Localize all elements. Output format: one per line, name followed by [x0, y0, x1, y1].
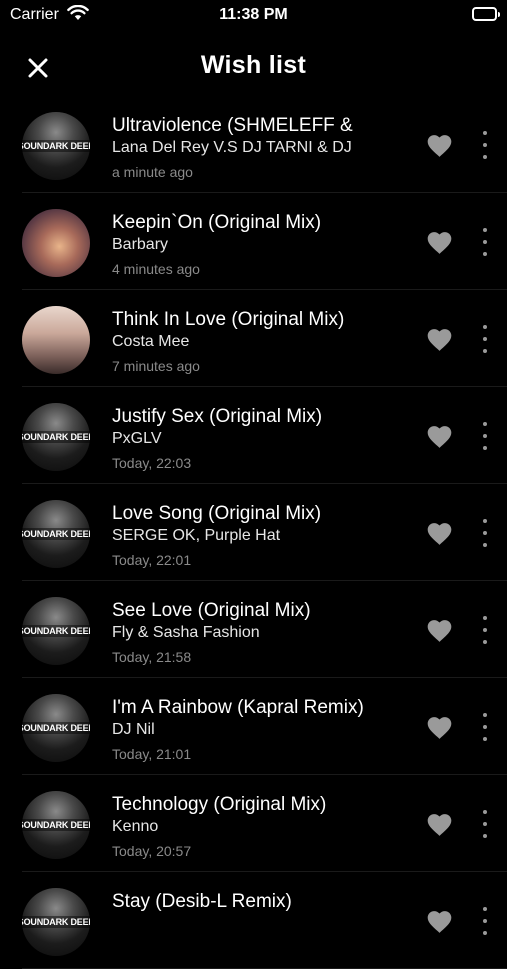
track-title: I'm A Rainbow (Kapral Remix) [112, 697, 364, 718]
track-list: SOUNDARK DEEP Ultraviolence (SHMELEFF & … [0, 96, 507, 969]
more-options-icon[interactable] [474, 420, 496, 452]
track-title: See Love (Original Mix) [112, 600, 311, 621]
track-artist: Kenno [112, 818, 159, 835]
status-bar: Carrier 11:38 PM [0, 0, 507, 32]
list-item[interactable]: SOUNDARK DEEP Justify Sex (Original Mix)… [0, 387, 507, 484]
album-art: SOUNDARK DEEP [22, 791, 90, 859]
more-options-icon[interactable] [474, 808, 496, 840]
art-label: SOUNDARK DEEP [22, 625, 90, 637]
track-title: Ultraviolence (SHMELEFF & [112, 115, 353, 136]
more-options-icon[interactable] [474, 129, 496, 161]
list-item[interactable]: SOUNDARK DEEP Stay (Desib-L Remix) [0, 872, 507, 969]
heart-icon[interactable] [425, 520, 454, 546]
art-label: SOUNDARK DEEP [22, 916, 90, 928]
track-artist: Barbary [112, 236, 169, 253]
track-title: Technology (Original Mix) [112, 794, 327, 815]
added-time: 4 minutes ago [112, 261, 200, 277]
heart-icon[interactable] [425, 326, 454, 352]
added-time: Today, 21:58 [112, 649, 192, 665]
list-item[interactable]: SOUNDARK DEEP Ultraviolence (SHMELEFF & … [0, 96, 507, 193]
art-label: SOUNDARK DEEP [22, 528, 90, 540]
list-item[interactable]: SOUNDARK DEEP Technology (Original Mix) … [0, 775, 507, 872]
heart-icon[interactable] [425, 908, 454, 934]
album-art: SOUNDARK DEEP [22, 500, 90, 568]
list-item[interactable]: Keepin`On (Original Mix) Barbary 4 minut… [0, 193, 507, 290]
clock: 11:38 PM [219, 6, 288, 23]
added-time: Today, 22:03 [112, 455, 192, 471]
heart-icon[interactable] [425, 229, 454, 255]
track-title: Love Song (Original Mix) [112, 503, 322, 524]
art-label: SOUNDARK DEEP [22, 722, 90, 734]
album-art: SOUNDARK DEEP [22, 694, 90, 762]
album-art: SOUNDARK DEEP [22, 597, 90, 665]
more-options-icon[interactable] [474, 323, 496, 355]
album-art: SOUNDARK DEEP [22, 888, 90, 956]
track-title: Keepin`On (Original Mix) [112, 212, 322, 233]
track-artist: Costa Mee [112, 333, 190, 350]
album-art: SOUNDARK DEEP [22, 112, 90, 180]
more-options-icon[interactable] [474, 517, 496, 549]
page-title: Wish list [200, 51, 307, 79]
art-label: SOUNDARK DEEP [22, 431, 90, 443]
track-artist: SERGE OK, Purple Hat [112, 527, 281, 544]
battery-icon [472, 7, 500, 21]
track-title: Stay (Desib-L Remix) [112, 891, 292, 912]
art-label: SOUNDARK DEEP [22, 819, 90, 831]
heart-icon[interactable] [425, 811, 454, 837]
track-artist: Lana Del Rey V.S DJ TARNI & DJ [112, 139, 352, 156]
more-options-icon[interactable] [474, 614, 496, 646]
added-time: a minute ago [112, 164, 193, 180]
album-art [22, 209, 90, 277]
track-title: Justify Sex (Original Mix) [112, 406, 323, 427]
art-label: SOUNDARK DEEP [22, 140, 90, 152]
navigation-bar: Wish list [0, 40, 507, 92]
list-item[interactable]: SOUNDARK DEEP Love Song (Original Mix) S… [0, 484, 507, 581]
added-time: Today, 22:01 [112, 552, 192, 568]
more-options-icon[interactable] [474, 226, 496, 258]
heart-icon[interactable] [425, 132, 454, 158]
added-time: Today, 20:57 [112, 843, 192, 859]
more-options-icon[interactable] [474, 905, 496, 937]
added-time: 7 minutes ago [112, 358, 200, 374]
album-art [22, 306, 90, 374]
heart-icon[interactable] [425, 714, 454, 740]
list-item[interactable]: Think In Love (Original Mix) Costa Mee 7… [0, 290, 507, 387]
track-artist: Fly & Sasha Fashion [112, 624, 260, 641]
added-time: Today, 21:01 [112, 746, 192, 762]
album-art: SOUNDARK DEEP [22, 403, 90, 471]
heart-icon[interactable] [425, 617, 454, 643]
more-options-icon[interactable] [474, 711, 496, 743]
heart-icon[interactable] [425, 423, 454, 449]
track-artist: DJ Nil [112, 721, 155, 738]
track-artist: PxGLV [112, 430, 162, 447]
list-item[interactable]: SOUNDARK DEEP See Love (Original Mix) Fl… [0, 581, 507, 678]
track-title: Think In Love (Original Mix) [112, 309, 345, 330]
list-item[interactable]: SOUNDARK DEEP I'm A Rainbow (Kapral Remi… [0, 678, 507, 775]
